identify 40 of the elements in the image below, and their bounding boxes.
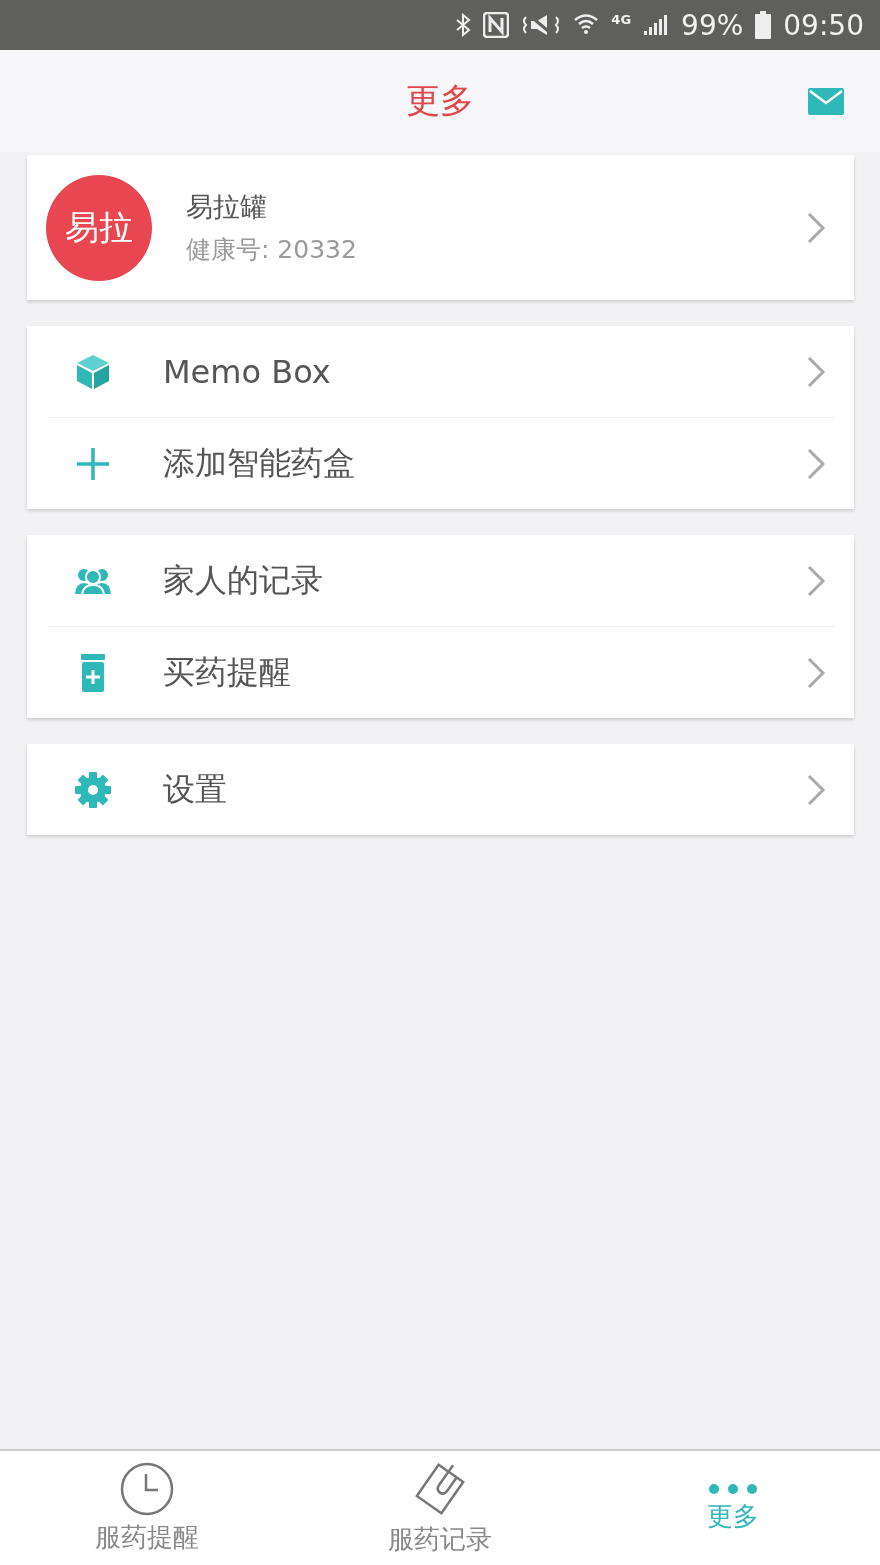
network-type: 4G bbox=[611, 12, 632, 27]
tab-label: 服药提醒 bbox=[94, 1520, 199, 1554]
chevron-icon bbox=[806, 772, 826, 807]
chevron-icon bbox=[806, 563, 826, 598]
avatar: 易拉 bbox=[46, 174, 152, 281]
menu-label: Memo Box bbox=[163, 352, 332, 391]
chevron-icon bbox=[806, 210, 826, 245]
medicine-bottle-icon bbox=[80, 652, 106, 693]
plus-icon bbox=[76, 446, 110, 481]
clock-time: 09:50 bbox=[783, 8, 864, 42]
user-name: 易拉罐 bbox=[186, 190, 268, 224]
menu-item[interactable]: 家人的记录 bbox=[47, 535, 834, 627]
chevron-icon bbox=[806, 354, 826, 389]
menu-label: 买药提醒 bbox=[163, 651, 292, 693]
nav-tab[interactable]: 服药记录 bbox=[293, 1451, 587, 1565]
menu-item[interactable]: 添加智能药盒 bbox=[47, 418, 834, 509]
health-id: 健康号: 20332 bbox=[186, 234, 358, 266]
clock-icon bbox=[119, 1461, 174, 1516]
nav-tab[interactable]: 服药提醒 bbox=[0, 1451, 294, 1565]
menu-label: 家人的记录 bbox=[163, 559, 324, 601]
tab-label: 更多 bbox=[707, 1499, 760, 1533]
settings-icon bbox=[74, 770, 112, 809]
menu-label: 添加智能药盒 bbox=[163, 442, 356, 484]
cube-icon bbox=[75, 352, 111, 391]
chevron-icon bbox=[806, 655, 826, 690]
mute-icon bbox=[521, 13, 562, 37]
chevron-icon bbox=[806, 446, 826, 481]
menu-item[interactable]: 买药提醒 bbox=[47, 627, 834, 718]
menu-item[interactable]: Memo Box bbox=[47, 326, 834, 418]
mail-icon[interactable] bbox=[808, 88, 844, 115]
signal-icon bbox=[643, 13, 670, 37]
nfc-icon bbox=[483, 12, 510, 38]
tab-label: 服药记录 bbox=[388, 1522, 492, 1556]
menu-label: 设置 bbox=[163, 768, 228, 810]
battery-percentage: 99% bbox=[681, 8, 744, 42]
profile-row[interactable]: 易拉 易拉罐 健康号: 20332 bbox=[27, 155, 854, 300]
bluetooth-icon bbox=[455, 13, 472, 37]
page-title: 更多 bbox=[406, 79, 474, 122]
battery-icon bbox=[755, 11, 772, 39]
menu-item[interactable]: 设置 bbox=[47, 744, 834, 835]
